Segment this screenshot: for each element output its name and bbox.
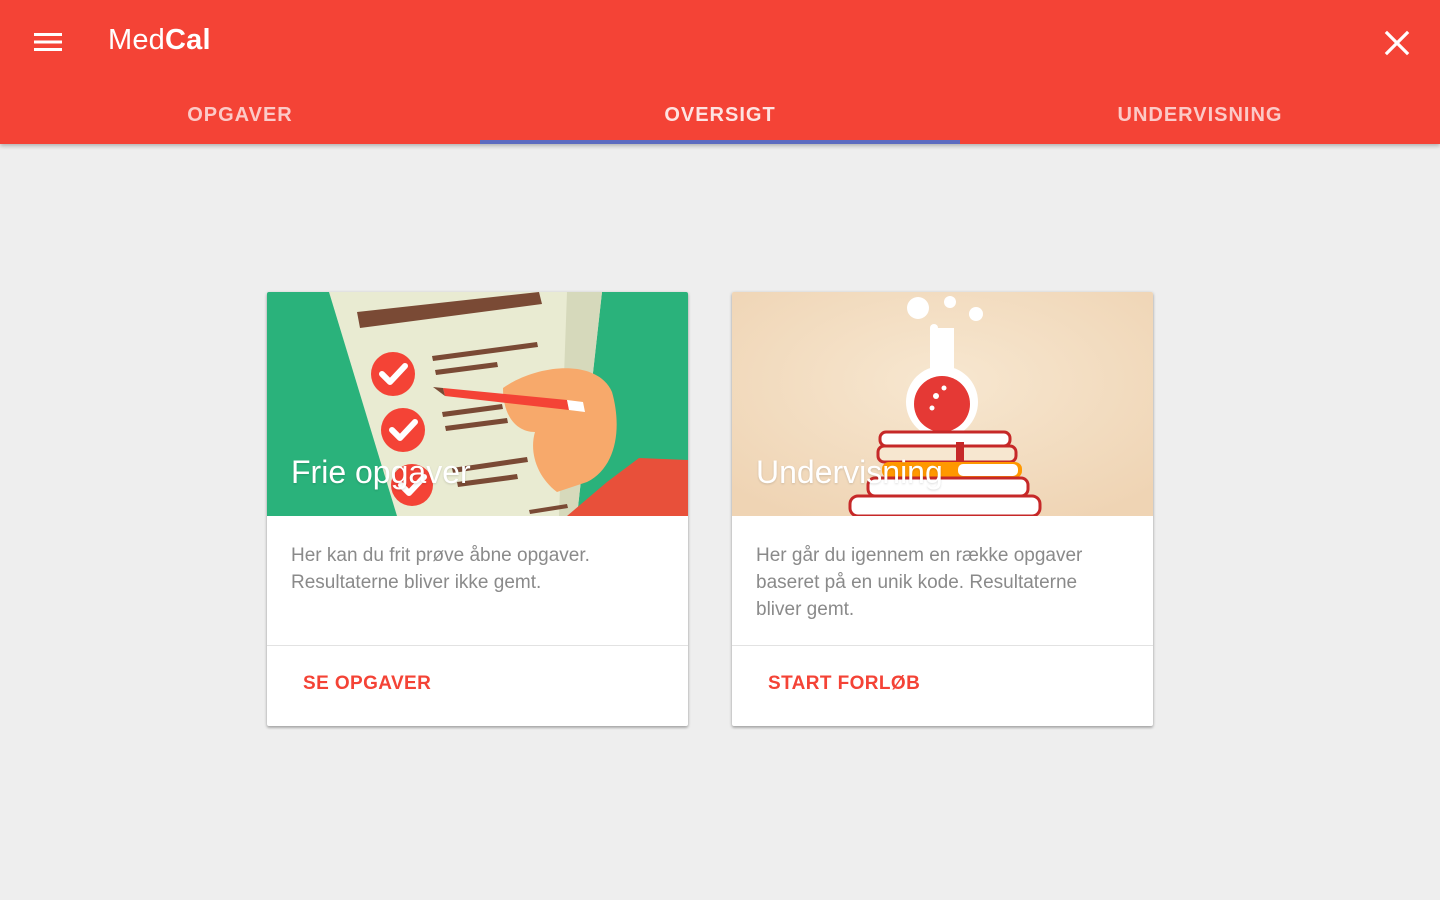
app-bar: MedCal OPGAVER OVERSIGT UNDERVISNING xyxy=(0,0,1440,144)
close-icon xyxy=(1384,30,1410,56)
card-media-title: Undervisning xyxy=(756,454,943,490)
card-divider xyxy=(267,645,688,646)
tab-label: OPGAVER xyxy=(187,103,293,126)
card-description: Her kan du frit prøve åbne opgaver. Resu… xyxy=(291,545,590,593)
card-frie-opgaver: Frie opgaver Her kan du frit prøve åbne … xyxy=(267,292,688,726)
tab-bar: OPGAVER OVERSIGT UNDERVISNING xyxy=(0,86,1440,144)
card-media-title: Frie opgaver xyxy=(291,454,471,490)
se-opgaver-button[interactable]: SE OPGAVER xyxy=(291,662,443,706)
start-forloeb-button[interactable]: START FORLØB xyxy=(756,662,932,706)
card-media: Undervisning xyxy=(732,292,1153,516)
card-undervisning: Undervisning Her går du igennem en række… xyxy=(732,292,1153,726)
app-title-bold: Cal xyxy=(165,24,211,56)
card-divider xyxy=(732,645,1153,646)
card-media: Frie opgaver xyxy=(267,292,688,516)
menu-button[interactable] xyxy=(22,20,74,64)
tab-label: OVERSIGT xyxy=(664,103,776,126)
app-title: MedCal xyxy=(108,24,211,57)
tab-undervisning[interactable]: UNDERVISNING xyxy=(960,86,1440,144)
card-description: Her går du igennem en række opgaver base… xyxy=(756,545,1083,620)
close-button[interactable] xyxy=(1374,20,1420,66)
tab-oversigt[interactable]: OVERSIGT xyxy=(480,86,960,144)
app-title-regular: Med xyxy=(108,24,166,56)
tab-active-indicator xyxy=(480,140,960,144)
tab-opgaver[interactable]: OPGAVER xyxy=(0,86,480,144)
tab-label: UNDERVISNING xyxy=(1117,103,1283,126)
menu-icon xyxy=(34,33,62,51)
